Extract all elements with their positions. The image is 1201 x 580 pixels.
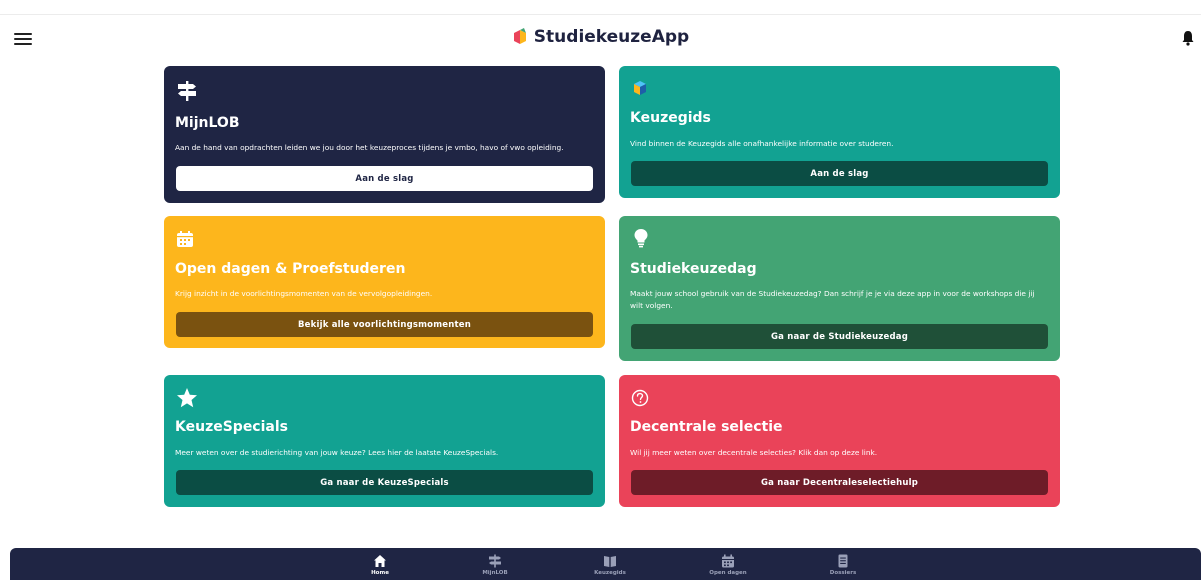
document-icon [838,554,848,568]
card-decentrale-selectie: Decentrale selectie Wil jij meer weten o… [619,375,1060,507]
mijnlob-start-button[interactable]: Aan de slag [176,166,593,191]
app-logo-icon [513,28,526,44]
keuzegids-logo-icon [634,81,646,95]
question-circle-icon [631,389,649,407]
nav-label: Keuzegids [594,570,626,576]
nav-item-home[interactable]: Home [350,554,410,576]
signpost-icon [489,554,501,568]
book-icon [604,556,616,567]
calendar-icon [177,231,193,247]
card-description: Maakt jouw school gebruik van de Studiek… [630,289,1035,310]
nav-item-open-dagen[interactable]: Open dagen [698,554,758,576]
bell-icon[interactable] [1181,30,1195,46]
bottom-navigation: Home MijnLOB Keuzegids Open dagen Dossie… [10,548,1201,580]
card-description: Aan de hand van opdrachten leiden we jou… [175,143,564,152]
card-open-dagen: Open dagen & Proefstuderen Krijg inzicht… [164,216,605,348]
card-title: Keuzegids [630,110,711,126]
open-dagen-button[interactable]: Bekijk alle voorlichtingsmomenten [176,312,593,337]
calendar-icon [722,554,734,568]
studiekeuzedag-button[interactable]: Ga naar de Studiekeuzedag [631,324,1048,349]
nav-label: Dossiers [829,570,857,576]
nav-item-mijnlob[interactable]: MijnLOB [465,554,525,576]
card-title: MijnLOB [175,115,240,131]
home-icon [374,555,386,567]
app-header: StudiekeuzeApp [0,15,1201,63]
card-title: Studiekeuzedag [630,261,757,277]
nav-label: Open dagen [709,570,747,576]
card-description: Wil jij meer weten over decentrale selec… [630,448,878,457]
keuzespecials-button[interactable]: Ga naar de KeuzeSpecials [176,470,593,495]
app-brand: StudiekeuzeApp [0,27,1201,47]
nav-label: Home [371,570,389,576]
card-keuzespecials: KeuzeSpecials Meer weten over de studier… [164,375,605,507]
star-icon [177,388,197,408]
card-mijnlob: MijnLOB Aan de hand van opdrachten leide… [164,66,605,203]
card-title: KeuzeSpecials [175,419,288,435]
keuzegids-start-button[interactable]: Aan de slag [631,161,1048,186]
nav-item-keuzegids[interactable]: Keuzegids [580,554,640,576]
card-studiekeuzedag: Studiekeuzedag Maakt jouw school gebruik… [619,216,1060,361]
lightbulb-icon [634,229,648,248]
nav-label: MijnLOB [482,570,508,576]
card-description: Vind binnen de Keuzegids alle onafhankel… [630,139,894,148]
card-description: Meer weten over de studierichting van jo… [175,448,499,457]
card-title: Open dagen & Proefstuderen [175,261,406,277]
card-keuzegids: Keuzegids Vind binnen de Keuzegids alle … [619,66,1060,198]
card-description: Krijg inzicht in de voorlichtingsmomente… [175,289,433,298]
decentrale-selectie-button[interactable]: Ga naar Decentraleselectiehulp [631,470,1048,495]
app-title: StudiekeuzeApp [533,27,690,47]
card-title: Decentrale selectie [630,419,783,435]
signpost-icon [178,81,196,101]
nav-item-dossiers[interactable]: Dossiers [813,554,873,576]
